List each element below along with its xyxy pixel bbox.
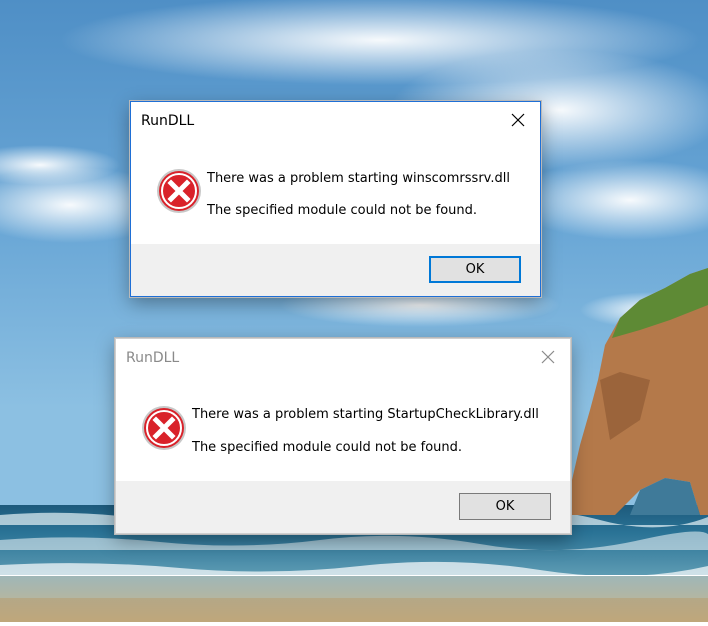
error-icon xyxy=(157,169,201,213)
dialog-titlebar[interactable]: RunDLL xyxy=(116,339,570,377)
close-button[interactable] xyxy=(526,339,570,375)
dialog-titlebar[interactable]: RunDLL xyxy=(131,102,540,140)
close-icon xyxy=(511,113,525,127)
ok-button[interactable]: OK xyxy=(459,493,551,520)
ok-button[interactable]: OK xyxy=(429,256,521,283)
error-icon xyxy=(142,406,186,450)
close-icon xyxy=(541,350,555,364)
dialog-footer: OK xyxy=(116,481,570,533)
dialog-content: There was a problem starting StartupChec… xyxy=(116,377,570,483)
error-detail: The specified module could not be found. xyxy=(192,440,463,455)
dialog-content: There was a problem starting winscomrssr… xyxy=(131,140,540,246)
dialog-title: RunDLL xyxy=(126,350,180,366)
error-message: There was a problem starting StartupChec… xyxy=(192,407,539,422)
dialog-title: RunDLL xyxy=(141,113,195,129)
rundll-error-dialog-2: RunDLL There was a problem starting Star… xyxy=(115,338,571,534)
close-button[interactable] xyxy=(496,102,540,138)
error-message: There was a problem starting winscomrssr… xyxy=(207,171,510,186)
error-detail: The specified module could not be found. xyxy=(207,203,478,218)
rundll-error-dialog-1: RunDLL There was a problem starting wins… xyxy=(130,101,541,297)
dialog-footer: OK xyxy=(131,244,540,296)
